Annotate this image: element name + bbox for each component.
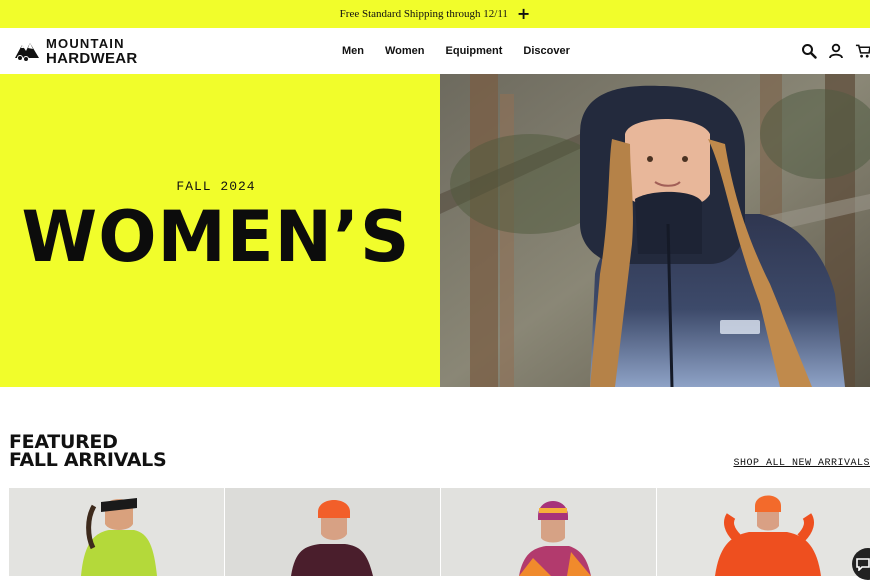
featured-title-line2: FALL ARRIVALS (9, 449, 167, 471)
account-icon[interactable] (828, 43, 844, 59)
nav-men[interactable]: Men (342, 45, 364, 57)
hero-banner[interactable]: FALL 2024 WOMEN’S (0, 74, 870, 387)
hero-photo (440, 74, 870, 387)
hero-title: WOMEN’S (21, 196, 411, 278)
site-header: MOUNTAIN HARDWEAR Men Women Equipment Di… (0, 28, 870, 75)
product-grid (9, 488, 870, 576)
shop-all-new-arrivals-link[interactable]: SHOP ALL NEW ARRIVALS (733, 458, 870, 469)
header-icons (790, 28, 870, 74)
featured-title: FEATURED FALL ARRIVALS (9, 433, 167, 471)
product-card[interactable] (9, 488, 224, 576)
plus-icon[interactable]: + (517, 6, 530, 22)
promo-text: Free Standard Shipping through 12/11 (339, 8, 508, 20)
product-card[interactable] (657, 488, 870, 576)
cart-icon[interactable] (855, 43, 870, 59)
nav-equipment[interactable]: Equipment (446, 45, 503, 57)
hero-season: FALL 2024 (176, 179, 256, 194)
nav-discover[interactable]: Discover (523, 45, 569, 57)
product-card[interactable] (441, 488, 656, 576)
product-card[interactable] (225, 488, 440, 576)
main-nav: Men Women Equipment Discover (342, 28, 591, 74)
logo-icon (15, 43, 39, 62)
logo-text-bottom: HARDWEAR (46, 49, 138, 67)
nav-women[interactable]: Women (385, 45, 425, 57)
hero-text-panel: FALL 2024 WOMEN’S (0, 74, 440, 387)
promo-bar: Free Standard Shipping through 12/11 + (0, 0, 870, 28)
logo-text-top: MOUNTAIN (46, 35, 125, 51)
chat-icon (856, 558, 870, 571)
search-icon[interactable] (801, 43, 817, 59)
brand-logo[interactable]: MOUNTAIN HARDWEAR (13, 36, 138, 66)
